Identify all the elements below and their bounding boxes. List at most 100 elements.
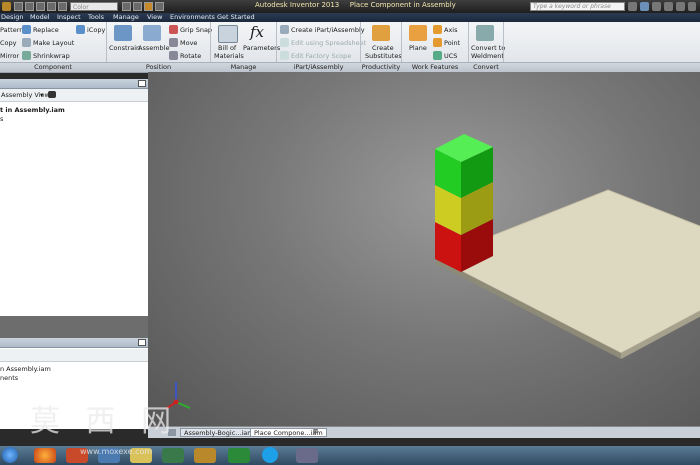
- graphics-viewport[interactable]: [148, 72, 700, 427]
- tab-inspect[interactable]: Inspect: [57, 13, 81, 22]
- bill-of-materials-icon[interactable]: [218, 25, 238, 43]
- group-ipart[interactable]: iPart/iAssembly: [277, 63, 360, 72]
- shrinkwrap-icon[interactable]: [22, 51, 31, 60]
- mirror-button[interactable]: Mirror: [0, 52, 19, 60]
- parameters-button[interactable]: Parameters: [243, 44, 280, 52]
- lower-panel-close-button[interactable]: [138, 339, 146, 346]
- firefox-icon[interactable]: [34, 448, 56, 463]
- model-scene[interactable]: [148, 72, 700, 427]
- constrain-icon[interactable]: [114, 25, 132, 41]
- search-input[interactable]: Type a keyword or phrase: [530, 2, 625, 11]
- constrain-button[interactable]: Constrain: [109, 44, 140, 52]
- grip-snap-icon[interactable]: [169, 25, 178, 34]
- tab-environments[interactable]: Environments: [170, 13, 215, 22]
- lower-panel-item[interactable]: nents: [0, 374, 18, 382]
- excel-icon[interactable]: [228, 448, 250, 463]
- group-component[interactable]: Component: [0, 63, 106, 72]
- plane-button[interactable]: Plane: [409, 44, 427, 52]
- find-binoculars-icon[interactable]: [48, 91, 56, 98]
- browser-tree-root[interactable]: t in Assembly.iam: [0, 106, 65, 114]
- browser-close-button[interactable]: [138, 80, 146, 87]
- ribbon-group-labels: Component Position Manage iPart/iAssembl…: [0, 62, 700, 72]
- qat-open-icon[interactable]: [25, 2, 34, 11]
- rotate-button[interactable]: Rotate: [180, 52, 201, 60]
- qat-measure-icon[interactable]: [133, 2, 142, 11]
- point-button[interactable]: Point: [444, 39, 460, 47]
- subscription-icon[interactable]: [640, 2, 649, 11]
- axis-icon[interactable]: [433, 25, 442, 34]
- pattern-button[interactable]: Pattern: [0, 26, 23, 34]
- tab-tools[interactable]: Tools: [88, 13, 104, 22]
- skype-icon[interactable]: [262, 447, 278, 463]
- move-icon[interactable]: [169, 38, 178, 47]
- make-layout-icon[interactable]: [22, 38, 31, 47]
- group-convert[interactable]: Convert: [469, 63, 503, 72]
- favorites-star-icon[interactable]: [664, 2, 673, 11]
- qat-undo-icon[interactable]: [36, 2, 45, 11]
- qat-redo-icon[interactable]: [47, 2, 56, 11]
- point-icon[interactable]: [433, 38, 442, 47]
- create-substitutes-label[interactable]: Create: [372, 44, 394, 52]
- search-icon[interactable]: [628, 2, 637, 11]
- qat-new-icon[interactable]: [14, 2, 23, 11]
- taskbar-inventor-icon[interactable]: [194, 448, 216, 463]
- ucs-button[interactable]: UCS: [444, 52, 457, 60]
- group-productivity[interactable]: Productivity: [361, 63, 401, 72]
- grip-snap-button[interactable]: Grip Snap: [180, 26, 212, 34]
- axis-button[interactable]: Axis: [444, 26, 458, 34]
- help-dropdown-icon[interactable]: [688, 2, 696, 11]
- make-layout-button[interactable]: Make Layout: [33, 39, 74, 47]
- tab-model[interactable]: Model: [30, 13, 50, 22]
- assemble-icon[interactable]: [143, 25, 161, 41]
- move-button[interactable]: Move: [180, 39, 197, 47]
- color-override-dropdown[interactable]: Color: [70, 2, 118, 11]
- convert-to-weldment-label[interactable]: Convert to: [471, 44, 505, 52]
- qat-select-icon[interactable]: [58, 2, 67, 11]
- create-ipart-button[interactable]: Create iPart/iAssembly: [291, 26, 365, 34]
- qat-parameters-icon[interactable]: [144, 2, 153, 11]
- group-manage[interactable]: Manage: [211, 63, 276, 72]
- tab-view[interactable]: View: [147, 13, 162, 22]
- create-substitutes-icon[interactable]: [372, 25, 390, 41]
- browser-tree-item[interactable]: s: [0, 115, 3, 123]
- icopy-button[interactable]: iCopy: [87, 26, 105, 34]
- tab-design[interactable]: Design: [1, 13, 23, 22]
- parameters-fx-icon[interactable]: fx: [250, 23, 264, 41]
- copy-button[interactable]: Copy: [0, 39, 17, 47]
- ucs-icon[interactable]: [433, 51, 442, 60]
- assemble-button[interactable]: Assemble: [138, 44, 169, 52]
- convert-to-weldment-icon[interactable]: [476, 25, 494, 41]
- create-substitutes-label-2[interactable]: Substitutes: [365, 52, 402, 60]
- lower-panel-item[interactable]: n Assembly.iam: [0, 365, 51, 373]
- create-ipart-icon[interactable]: [280, 25, 289, 34]
- tab-manage[interactable]: Manage: [113, 13, 139, 22]
- dropdown-arrow-icon[interactable]: ▾: [40, 91, 43, 99]
- tab-close-icon[interactable]: ⊠: [313, 428, 318, 435]
- taskbar-app-icon[interactable]: [162, 448, 184, 463]
- start-button-icon[interactable]: [2, 447, 18, 463]
- browser-header: [0, 79, 148, 89]
- group-position[interactable]: Position: [107, 63, 210, 72]
- bill-of-materials-label[interactable]: Bill of: [218, 44, 236, 52]
- tab-get-started[interactable]: Get Started: [217, 13, 255, 22]
- help-icon[interactable]: [676, 2, 685, 11]
- lower-panel-header: [0, 338, 148, 348]
- group-work-features[interactable]: Work Features: [402, 63, 468, 72]
- edit-spreadsheet-button: Edit using Spreadsheet: [291, 39, 367, 47]
- bill-of-materials-label-2[interactable]: Materials: [214, 52, 244, 60]
- shrinkwrap-button[interactable]: Shrinkwrap: [33, 52, 70, 60]
- replace-icon[interactable]: [22, 25, 31, 34]
- qat-update-icon[interactable]: [155, 2, 164, 11]
- taskbar-app-icon[interactable]: [296, 448, 318, 463]
- rotate-icon[interactable]: [169, 51, 178, 60]
- replace-button[interactable]: Replace: [33, 26, 59, 34]
- communication-center-icon[interactable]: [652, 2, 661, 11]
- app-logo-icon[interactable]: [2, 2, 11, 11]
- icopy-icon[interactable]: [76, 25, 85, 34]
- convert-to-weldment-label-2[interactable]: Weldment: [471, 52, 504, 60]
- qat-fx-icon[interactable]: [122, 2, 131, 11]
- document-tab-bar: Assembly-Bogic...iam Place Compone...iam…: [148, 426, 700, 438]
- tab-assembly-bogic[interactable]: Assembly-Bogic...iam: [180, 428, 258, 437]
- plane-icon[interactable]: [409, 25, 427, 41]
- edit-factory-scope-button: Edit Factory Scope: [291, 52, 352, 60]
